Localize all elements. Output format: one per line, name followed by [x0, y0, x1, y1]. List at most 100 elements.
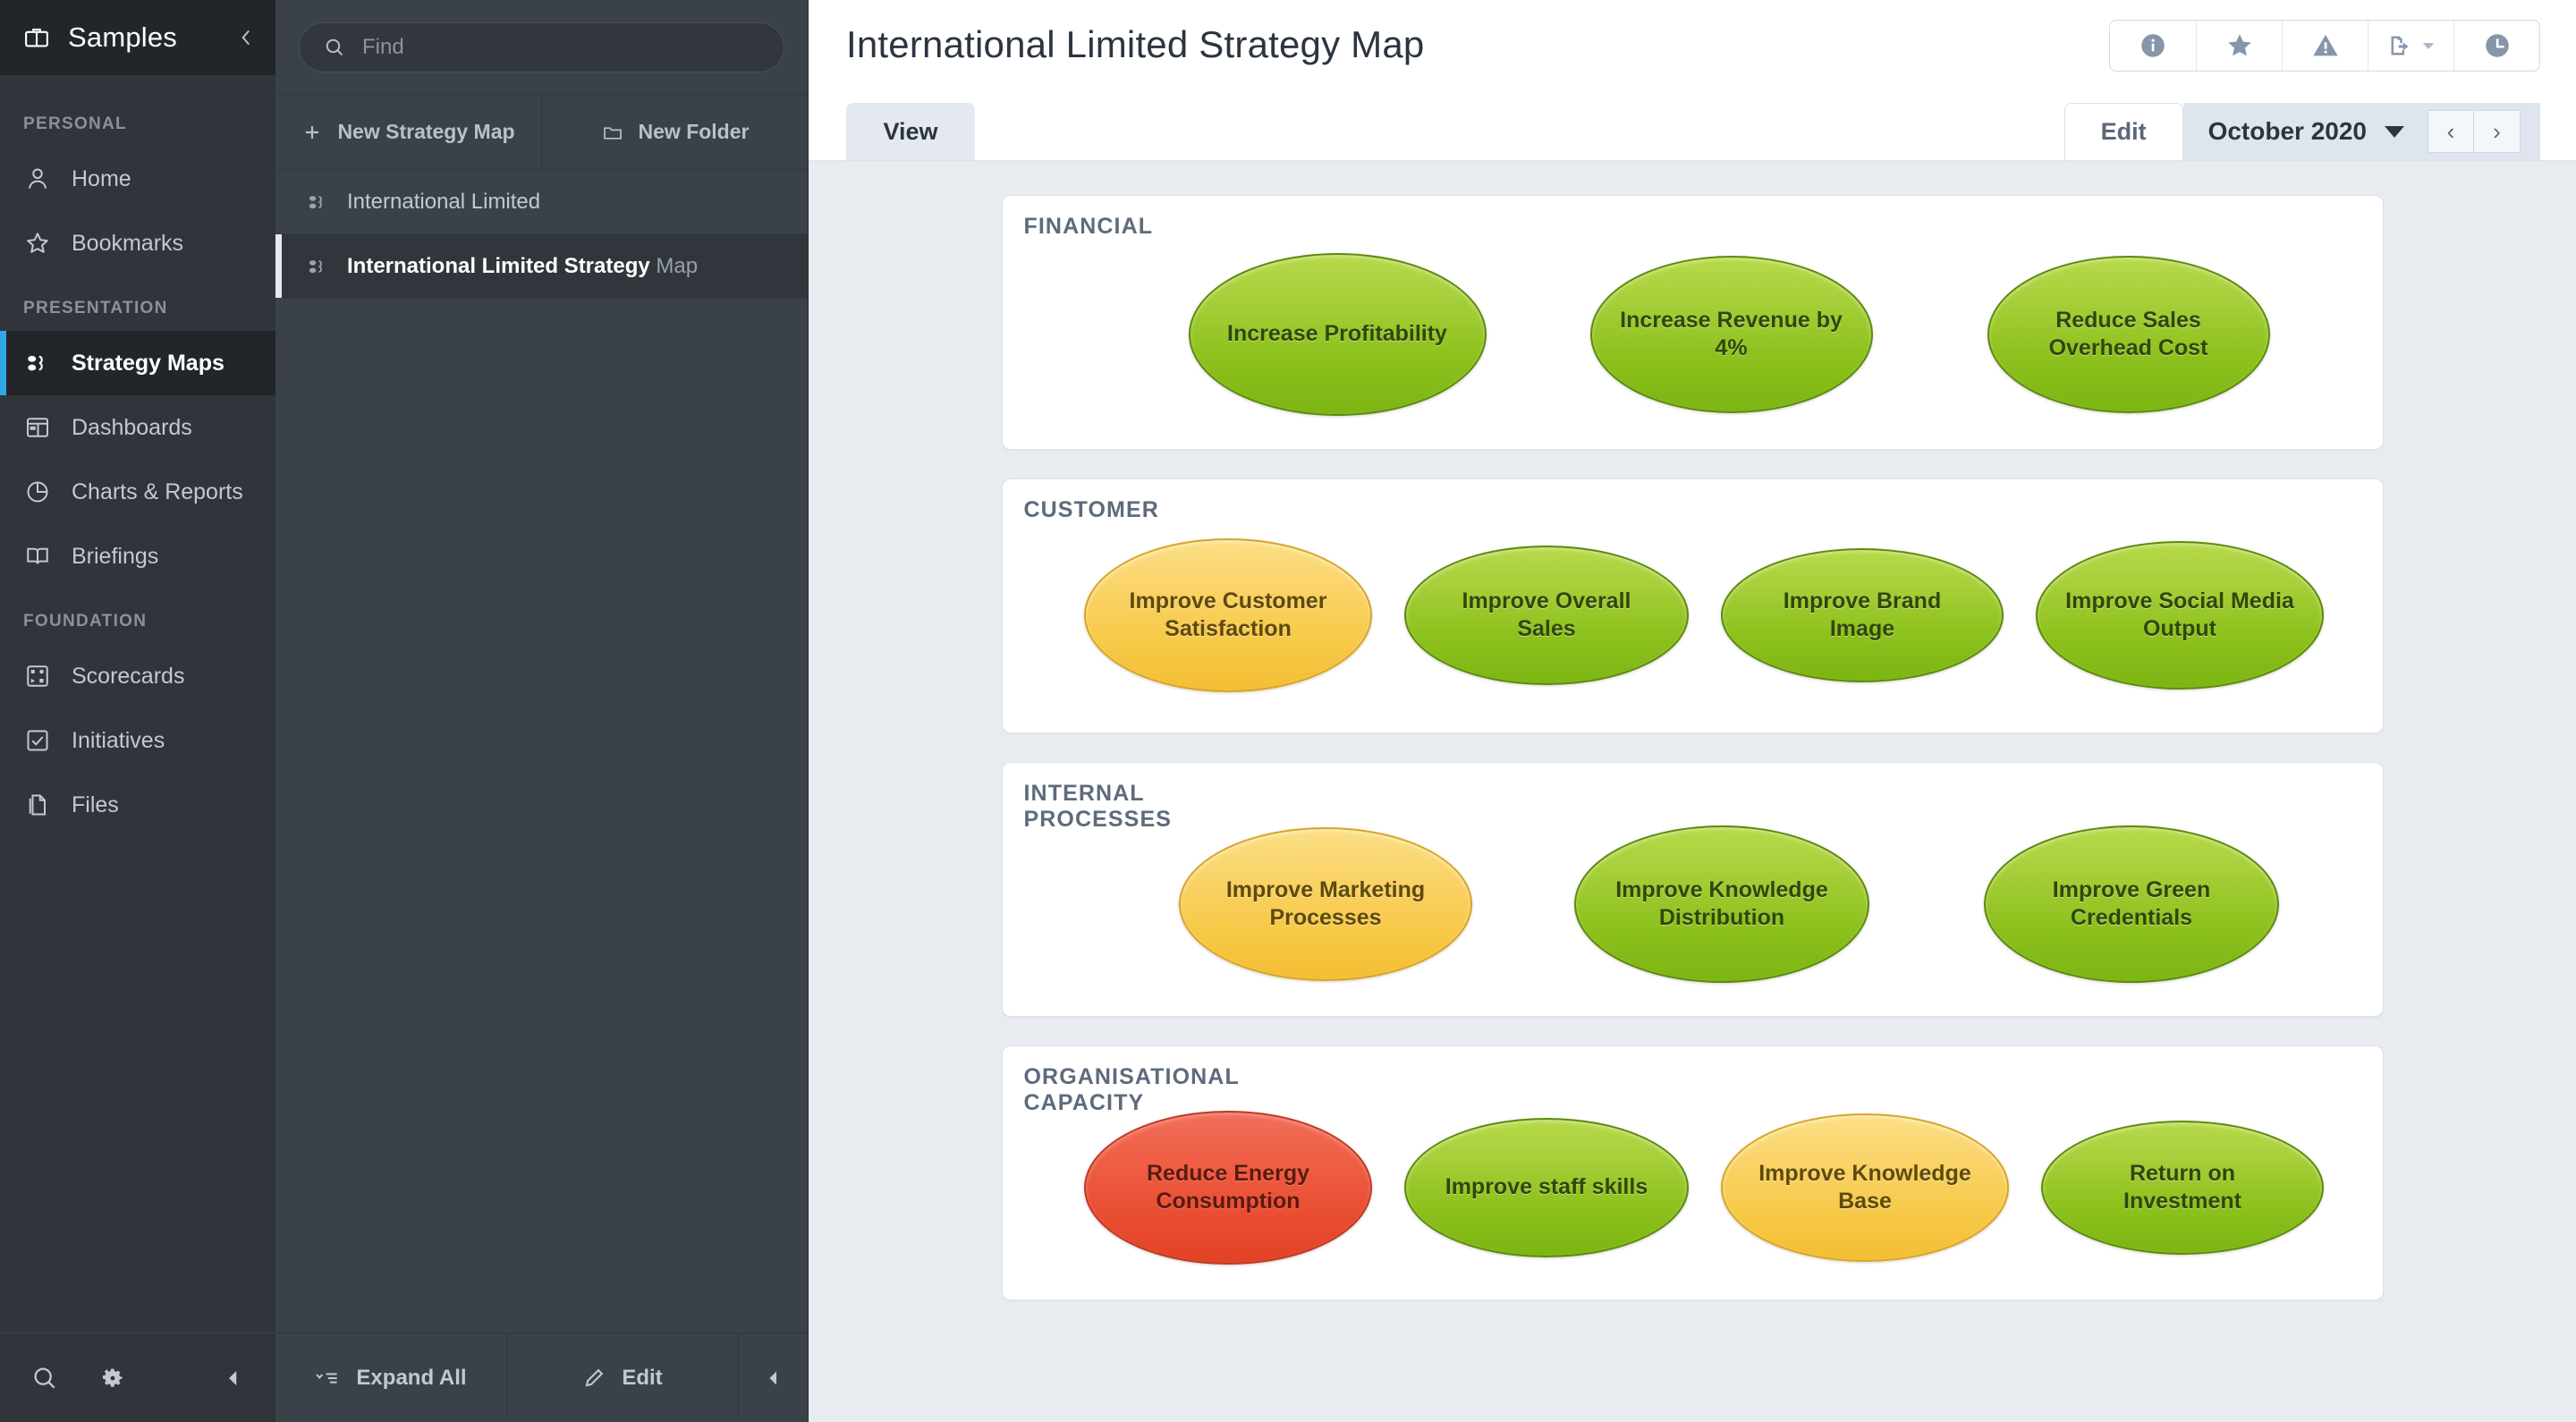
info-icon[interactable] — [2110, 21, 2196, 71]
new-strategy-map-button[interactable]: New Strategy Map — [275, 95, 541, 169]
tree-edit-button[interactable]: Edit — [506, 1333, 738, 1422]
history-clock-icon[interactable] — [2453, 21, 2539, 71]
sidebar-item-strategy-maps[interactable]: Strategy Maps — [0, 331, 275, 395]
sidebar-item-label: Files — [72, 792, 119, 818]
expand-all-icon — [315, 1367, 340, 1389]
objective-node[interactable]: Increase Profitability — [1189, 253, 1487, 416]
export-icon[interactable] — [2368, 21, 2453, 71]
sidebar-item-dashboards[interactable]: Dashboards — [0, 395, 275, 460]
sidebar-item-label: Initiatives — [72, 728, 165, 754]
sidebar-item-initiatives[interactable]: Initiatives — [0, 708, 275, 773]
search-field-wrapper[interactable] — [299, 22, 784, 72]
collapse-left-icon[interactable] — [222, 1367, 245, 1390]
dashboard-icon — [23, 413, 52, 442]
tree-footer: Expand All Edit — [275, 1333, 808, 1422]
tree-item-international-limited-strategy-map[interactable]: International Limited Strategy Map — [275, 234, 808, 299]
perspective-organisational-capacity: ORGANISATIONAL CAPACITY Reduce Energy Co… — [1002, 1045, 2384, 1300]
objective-node[interactable]: Improve Marketing Processes — [1179, 827, 1472, 981]
perspective-title: ORGANISATIONAL CAPACITY — [1024, 1064, 1240, 1115]
sidebar-item-label: Scorecards — [72, 664, 184, 690]
objective-node[interactable]: Reduce Sales Overhead Cost — [1987, 256, 2270, 413]
main-area: International Limited Strategy Map — [809, 0, 2576, 1422]
sidebar-item-label: Strategy Maps — [72, 351, 225, 377]
gear-icon[interactable] — [98, 1364, 127, 1392]
objective-node[interactable]: Improve Green Credentials — [1984, 825, 2279, 983]
perspective-customer: CUSTOMER Improve Customer Satisfaction I… — [1002, 478, 2384, 733]
star-icon[interactable] — [2196, 21, 2282, 71]
objective-node[interactable]: Improve Brand Image — [1721, 548, 2004, 682]
plus-icon — [301, 122, 323, 143]
main-header: International Limited Strategy Map — [809, 0, 2576, 161]
page-title: International Limited Strategy Map — [846, 23, 1424, 66]
period-label: October 2020 — [2208, 117, 2367, 146]
objective-node[interactable]: Increase Revenue by 4% — [1590, 256, 1873, 413]
new-folder-label: New Folder — [639, 120, 750, 144]
checkbox-icon — [23, 726, 52, 755]
sidebar-item-bookmarks[interactable]: Bookmarks — [0, 211, 275, 275]
perspective-title: CUSTOMER — [1024, 497, 1159, 523]
objective-node[interactable]: Improve Knowledge Base — [1721, 1113, 2009, 1262]
objective-node[interactable]: Improve Overall Sales — [1404, 546, 1689, 685]
search-icon — [323, 36, 346, 59]
expand-all-button[interactable]: Expand All — [275, 1333, 506, 1422]
new-folder-button[interactable]: New Folder — [541, 95, 808, 169]
tree-collapse-button[interactable] — [738, 1333, 808, 1422]
sidebar-item-files[interactable]: Files — [0, 773, 275, 837]
nav-items-scroll: PERSONAL Home Bookmarks PRESENTATION — [0, 75, 275, 1333]
strategy-map-icon — [306, 190, 329, 214]
objective-node[interactable]: Improve staff skills — [1404, 1118, 1689, 1257]
perspective-title: FINANCIAL — [1024, 214, 1154, 240]
new-strategy-map-label: New Strategy Map — [337, 120, 514, 144]
strategy-map-icon — [23, 349, 52, 377]
search-icon[interactable] — [30, 1364, 59, 1392]
collapse-left-icon — [763, 1367, 784, 1389]
sidebar-item-label: Briefings — [72, 544, 158, 570]
warning-icon[interactable] — [2282, 21, 2368, 71]
prev-period-button[interactable]: ‹ — [2428, 110, 2474, 153]
chevron-down-icon — [2420, 38, 2436, 54]
strategy-map-icon — [306, 255, 329, 278]
briefcase-icon — [23, 24, 50, 51]
edit-button[interactable]: Edit — [2064, 103, 2183, 160]
tree-search-row — [275, 0, 808, 95]
tab-view[interactable]: View — [846, 103, 975, 160]
sidebar-item-label: Dashboards — [72, 415, 192, 441]
tree-item-international-limited[interactable]: International Limited — [275, 170, 808, 234]
tree-edit-label: Edit — [622, 1366, 662, 1391]
perspective-nodes: Improve Customer Satisfaction Improve Ov… — [1003, 479, 2383, 734]
next-period-button[interactable]: › — [2474, 110, 2521, 153]
sidebar-item-home[interactable]: Home — [0, 147, 275, 211]
objective-node[interactable]: Improve Customer Satisfaction — [1084, 538, 1372, 692]
tree-action-bar: New Strategy Map New Folder — [275, 95, 808, 170]
objective-node[interactable]: Reduce Energy Consumption — [1084, 1111, 1372, 1265]
scorecard-icon — [23, 662, 52, 690]
sidebar-item-label: Charts & Reports — [72, 479, 243, 505]
pencil-icon — [582, 1367, 606, 1390]
objective-node[interactable]: Return on Investment — [2041, 1121, 2324, 1255]
objective-node[interactable]: Improve Knowledge Distribution — [1574, 825, 1869, 983]
nav-collapse-button[interactable] — [236, 26, 256, 49]
tree-item-label: International Limited Strategy — [347, 254, 650, 278]
nav-footer — [0, 1333, 275, 1422]
pie-chart-icon — [23, 478, 52, 506]
left-nav: Samples PERSONAL Home — [0, 0, 275, 1422]
star-icon — [23, 229, 52, 258]
sidebar-item-label: Home — [72, 166, 131, 192]
perspective-nodes: Increase Profitability Increase Revenue … — [1003, 196, 2383, 451]
sidebar-item-scorecards[interactable]: Scorecards — [0, 644, 275, 708]
nav-section-personal: PERSONAL — [0, 91, 275, 147]
sidebar-item-charts-reports[interactable]: Charts & Reports — [0, 460, 275, 524]
perspective-title: INTERNAL PROCESSES — [1024, 781, 1173, 832]
sidebar-item-briefings[interactable]: Briefings — [0, 524, 275, 588]
strategy-map-canvas: FINANCIAL Increase Profitability Increas… — [809, 161, 2576, 1422]
chevron-down-icon — [2385, 126, 2404, 138]
period-selector[interactable]: October 2020 ‹ › — [2183, 103, 2540, 160]
objective-node[interactable]: Improve Social Media Output — [2036, 541, 2324, 690]
search-input[interactable] — [362, 35, 760, 60]
nav-section-presentation: PRESENTATION — [0, 275, 275, 331]
folder-icon — [601, 122, 624, 143]
perspective-financial: FINANCIAL Increase Profitability Increas… — [1002, 195, 2384, 450]
nav-header: Samples — [0, 0, 275, 75]
sidebar-item-label: Bookmarks — [72, 231, 183, 257]
expand-all-label: Expand All — [356, 1366, 466, 1391]
